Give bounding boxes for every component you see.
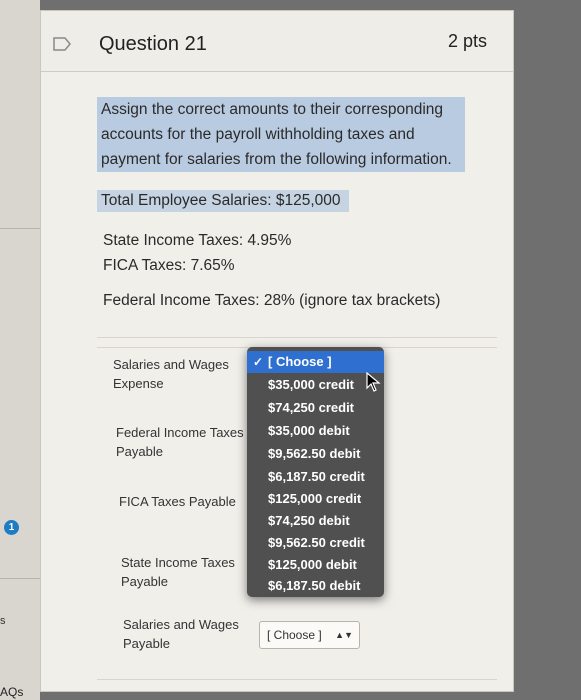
account-label-line1: Federal Income Taxes — [116, 425, 244, 440]
dropdown-option[interactable]: $125,000 credit — [247, 488, 384, 510]
account-label-line2: Payable — [123, 636, 170, 651]
flag-question-icon[interactable] — [53, 37, 71, 51]
account-label: Salaries and Wages Payable — [123, 615, 253, 653]
dropdown-option[interactable]: $35,000 debit — [247, 420, 384, 442]
answer-select-value: [ Choose ] — [267, 628, 322, 642]
answer-select[interactable]: [ Choose ] ▲▼ — [259, 621, 360, 649]
dropdown-option[interactable]: $9,562.50 credit — [247, 532, 384, 554]
course-sidebar: 1 s AQs — [0, 0, 40, 700]
checkmark-icon: ✓ — [253, 355, 264, 369]
question-points: 2 pts — [447, 31, 487, 51]
mouse-pointer-icon — [366, 372, 381, 392]
sidebar-divider — [0, 228, 40, 229]
account-label-line1: State Income Taxes — [121, 555, 235, 570]
sidebar-fragment: s — [0, 615, 6, 627]
dropdown-option[interactable]: $74,250 credit — [247, 397, 384, 419]
dropdown-option[interactable]: ✓ [ Choose ] — [247, 351, 384, 373]
dropdown-option[interactable]: $125,000 debit — [247, 554, 384, 576]
dropdown-option[interactable]: $74,250 debit — [247, 510, 384, 532]
dropdown-option[interactable]: $9,562.50 debit — [247, 443, 384, 465]
answer-divider — [97, 679, 497, 680]
federal-tax-rate: Federal Income Taxes: 28% (ignore tax br… — [103, 292, 441, 309]
question-header: Question 21 2 pts — [41, 11, 513, 72]
account-label-line2: Expense — [113, 376, 164, 391]
dropdown-option-label: [ Choose ] — [268, 354, 332, 369]
account-label-line2: Payable — [121, 574, 168, 589]
account-label-line1: FICA Taxes Payable — [119, 494, 236, 509]
answer-dropdown-menu[interactable]: ✓ [ Choose ] $35,000 credit $74,250 cred… — [247, 347, 384, 597]
dropdown-option[interactable]: $35,000 credit — [247, 374, 384, 396]
state-tax-rate: State Income Taxes: 4.95% — [103, 232, 292, 249]
account-label: Federal Income Taxes Payable — [116, 423, 246, 461]
question-title: Question 21 — [99, 33, 207, 55]
sidebar-item-faqs[interactable]: AQs — [0, 685, 23, 699]
fica-tax-rate: FICA Taxes: 7.65% — [103, 257, 235, 274]
account-label: FICA Taxes Payable — [119, 492, 249, 511]
notification-badge[interactable]: 1 — [4, 520, 19, 535]
dropdown-option[interactable]: $6,187.50 credit — [247, 466, 384, 488]
answer-divider — [97, 337, 497, 338]
question-prompt: Assign the correct amounts to their corr… — [97, 97, 465, 172]
dropdown-option[interactable]: $6,187.50 debit — [247, 575, 384, 597]
account-label-line2: Payable — [116, 444, 163, 459]
select-arrows-icon: ▲▼ — [335, 630, 353, 640]
sidebar-divider — [0, 578, 40, 579]
account-label: State Income Taxes Payable — [121, 553, 251, 591]
total-salaries: Total Employee Salaries: $125,000 — [97, 190, 349, 212]
account-label-line1: Salaries and Wages — [123, 617, 239, 632]
account-label: Salaries and Wages Expense — [113, 355, 243, 393]
account-label-line1: Salaries and Wages — [113, 357, 229, 372]
